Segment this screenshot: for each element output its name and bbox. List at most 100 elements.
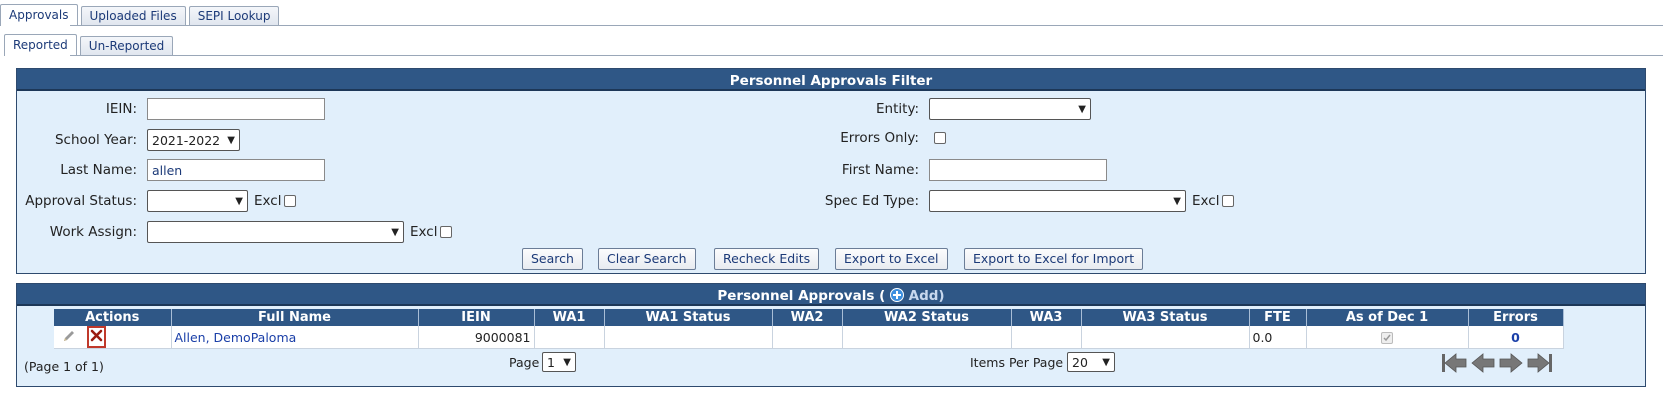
errors-only-row: Errors Only:: [809, 126, 946, 150]
clear-search-button[interactable]: Clear Search: [598, 248, 696, 270]
column-header[interactable]: WA1 Status: [604, 309, 773, 326]
sub-tab-bar: Reported Un-Reported: [4, 34, 176, 56]
work-assign-row: Work Assign: ▼ Excl: [17, 220, 453, 244]
sub-tab-divider: [70, 55, 1663, 56]
page-label: Page: [509, 355, 540, 370]
chevron-down-icon: ▼: [1078, 103, 1086, 115]
errors-link[interactable]: 0: [1468, 326, 1564, 349]
excl-label: Excl: [254, 193, 282, 209]
approval-status-row: Approval Status: ▼ Excl: [17, 189, 297, 213]
school-year-row: School Year: 2021-2022 ▼: [17, 128, 240, 152]
chevron-down-icon: ▼: [1173, 195, 1181, 207]
last-name-input[interactable]: [147, 159, 325, 181]
spec-ed-excl-checkbox[interactable]: [1222, 195, 1235, 207]
export-to-excel-import-button[interactable]: Export to Excel for Import: [964, 248, 1144, 270]
filter-panel-title: Personnel Approvals Filter: [17, 69, 1645, 91]
items-per-page-select[interactable]: 20 ▼: [1067, 352, 1115, 372]
chevron-down-icon: ▼: [391, 226, 399, 238]
top-tab-bar: Approvals Uploaded Files SEPI Lookup: [0, 4, 282, 26]
tab-approvals[interactable]: Approvals: [0, 4, 78, 26]
last-page-icon[interactable]: [1526, 351, 1554, 379]
edit-pencil-icon[interactable]: [62, 329, 76, 346]
tab-sepi-lookup[interactable]: SEPI Lookup: [188, 6, 280, 26]
chevron-down-icon: ▼: [227, 134, 235, 146]
first-name-row: First Name:: [809, 158, 1107, 182]
pager-nav: [1440, 351, 1554, 379]
column-header[interactable]: WA3: [1011, 309, 1082, 326]
top-tab-divider: [70, 25, 1663, 26]
tab-un-reported[interactable]: Un-Reported: [79, 36, 174, 56]
export-to-excel-button[interactable]: Export to Excel: [835, 248, 948, 270]
first-name-label: First Name:: [841, 162, 919, 178]
errors-only-label: Errors Only:: [840, 130, 919, 146]
school-year-value: 2021-2022: [152, 132, 221, 148]
approvals-panel: Personnel Approvals ( Add) Actions Full …: [16, 283, 1646, 387]
first-name-input[interactable]: [929, 159, 1107, 181]
school-year-label: School Year:: [54, 132, 137, 148]
last-name-row: Last Name:: [17, 158, 325, 182]
approvals-table: Actions Full Name IEIN WA1 WA1 Status WA…: [54, 309, 1564, 349]
approvals-panel-title: Personnel Approvals ( Add): [17, 284, 1645, 306]
fte-cell: 0.0: [1249, 326, 1307, 349]
column-header[interactable]: WA1: [534, 309, 605, 326]
column-header[interactable]: As of Dec 1: [1306, 309, 1469, 326]
entity-label: Entity:: [876, 101, 919, 117]
wa1-cell: [534, 326, 605, 349]
spec-ed-label: Spec Ed Type:: [824, 193, 919, 209]
chevron-down-icon: ▼: [1102, 356, 1110, 368]
page-value: 1: [547, 354, 555, 370]
as-of-dec1-cell: [1306, 326, 1469, 349]
excl-label: Excl: [410, 224, 438, 240]
wa1-status-cell: [604, 326, 773, 349]
wa3-status-cell: [1081, 326, 1250, 349]
work-assign-label: Work Assign:: [49, 224, 137, 240]
approval-status-excl-checkbox[interactable]: [284, 195, 297, 207]
spec-ed-row: Spec Ed Type: ▼ Excl: [809, 189, 1235, 213]
page-info: (Page 1 of 1): [24, 359, 104, 374]
recheck-edits-button[interactable]: Recheck Edits: [714, 248, 820, 270]
chevron-down-icon: ▼: [563, 356, 571, 368]
add-label: Add): [908, 288, 945, 304]
column-header[interactable]: Errors: [1468, 309, 1564, 326]
search-button[interactable]: Search: [522, 248, 583, 270]
column-header[interactable]: WA2 Status: [842, 309, 1012, 326]
work-assign-select[interactable]: ▼: [147, 221, 404, 243]
actions-cell: [54, 326, 172, 349]
delete-x-icon[interactable]: [86, 326, 106, 348]
column-header[interactable]: Full Name: [171, 309, 419, 326]
items-per-page-label: Items Per Page: [970, 355, 1064, 370]
filter-panel: Personnel Approvals Filter IEIN: School …: [16, 68, 1646, 274]
column-header[interactable]: WA2: [772, 309, 843, 326]
wa3-cell: [1011, 326, 1082, 349]
approval-status-select[interactable]: ▼: [147, 190, 248, 212]
tab-reported[interactable]: Reported: [4, 34, 77, 56]
approval-status-label: Approval Status:: [25, 193, 137, 209]
column-header[interactable]: Actions: [54, 309, 172, 326]
excl-label: Excl: [1192, 193, 1220, 209]
school-year-select[interactable]: 2021-2022 ▼: [147, 129, 240, 151]
page-select[interactable]: 1 ▼: [542, 352, 576, 372]
iein-row: IEIN:: [17, 97, 325, 121]
column-header[interactable]: FTE: [1249, 309, 1307, 326]
last-name-label: Last Name:: [60, 162, 137, 178]
column-header[interactable]: WA3 Status: [1081, 309, 1250, 326]
wa2-cell: [772, 326, 843, 349]
iein-input[interactable]: [147, 98, 325, 120]
iein-label: IEIN:: [105, 101, 137, 117]
errors-only-checkbox[interactable]: [934, 132, 946, 144]
tab-uploaded-files[interactable]: Uploaded Files: [80, 6, 186, 26]
spec-ed-select[interactable]: ▼: [929, 190, 1186, 212]
entity-select[interactable]: ▼: [929, 98, 1091, 120]
iein-cell: 9000081: [418, 326, 535, 349]
previous-page-icon[interactable]: [1470, 351, 1496, 379]
first-page-icon[interactable]: [1440, 351, 1468, 379]
wa2-status-cell: [842, 326, 1012, 349]
work-assign-excl-checkbox[interactable]: [440, 226, 453, 238]
next-page-icon[interactable]: [1498, 351, 1524, 379]
full-name-link[interactable]: Allen, DemoPaloma: [171, 326, 419, 349]
column-header[interactable]: IEIN: [418, 309, 535, 326]
chevron-down-icon: ▼: [235, 195, 243, 207]
table-row: Allen, DemoPaloma 9000081 0.0 0: [54, 326, 1564, 349]
add-button[interactable]: Add): [889, 288, 945, 304]
as-of-dec1-checkbox: [1381, 332, 1393, 344]
